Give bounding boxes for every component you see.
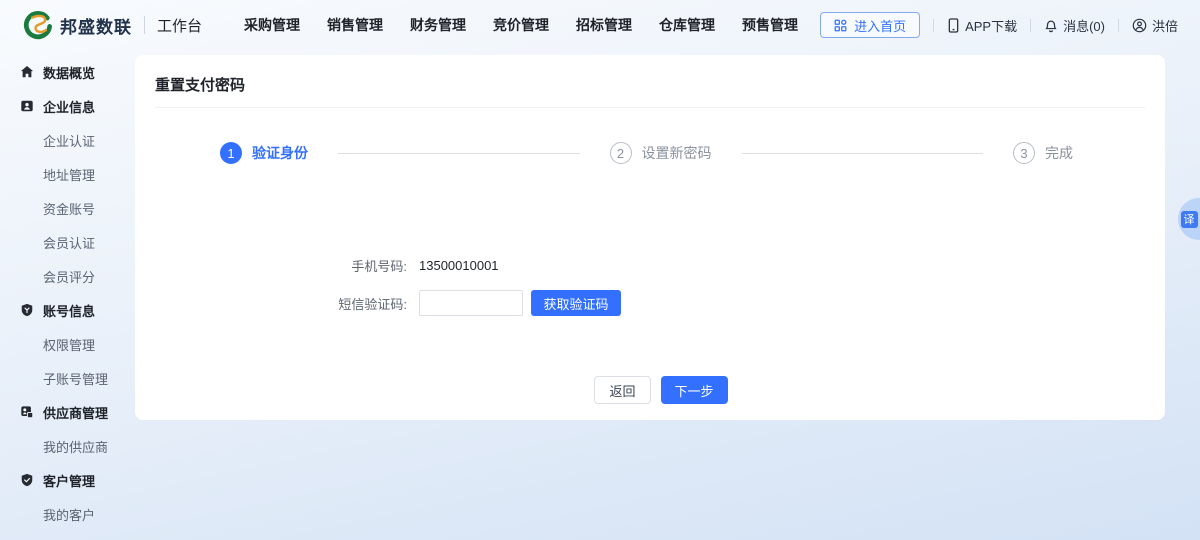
sidebar-item-account-info[interactable]: 账号信息 — [0, 293, 135, 327]
sidebar-group-label: 供应商管理 — [43, 405, 109, 421]
nav-item-purchase[interactable]: 采购管理 — [238, 11, 306, 39]
header-separator — [1030, 18, 1032, 32]
enter-home-button[interactable]: 进入首页 — [820, 12, 921, 38]
app-download-link[interactable]: APP下载 — [947, 16, 1017, 35]
page-title: 重置支付密码 — [155, 77, 246, 94]
sidebar-item-company-info[interactable]: 企业信息 — [0, 89, 135, 123]
reset-payment-password-panel: 重置支付密码 1 验证身份 2 设置新密码 3 完成 手机号码: 1350001… — [135, 55, 1165, 420]
step-done: 3 完成 — [1013, 142, 1073, 164]
messages-link[interactable]: 消息(0) — [1044, 16, 1105, 35]
sidebar-group-label: 客户管理 — [43, 473, 96, 489]
brand-divider — [144, 16, 145, 34]
translate-icon: 译 — [1180, 210, 1198, 228]
username-label: 洪倍 — [1151, 18, 1178, 34]
sidebar-item-fund-account[interactable]: 资金账号 — [0, 191, 135, 225]
top-header: 邦盛数联 工作台 采购管理 销售管理 财务管理 竞价管理 招标管理 仓库管理 预… — [0, 0, 1200, 50]
sidebar-item-my-customers[interactable]: 我的客户 — [0, 497, 135, 531]
get-code-button[interactable]: 获取验证码 — [531, 290, 621, 316]
step-connector — [741, 152, 983, 154]
step-label: 完成 — [1045, 145, 1073, 161]
back-button[interactable]: 返回 — [594, 376, 651, 404]
step-verify-identity: 1 验证身份 — [220, 142, 308, 164]
step-number: 1 — [220, 142, 242, 164]
nav-item-bidding[interactable]: 竞价管理 — [487, 11, 555, 39]
sidebar-item-member-score[interactable]: 会员评分 — [0, 259, 135, 293]
sidebar-group-label: 数据概览 — [43, 65, 96, 81]
nav-item-finance[interactable]: 财务管理 — [404, 11, 472, 39]
shield-key-icon — [20, 303, 34, 317]
next-step-button[interactable]: 下一步 — [660, 376, 728, 404]
phone-icon — [947, 17, 960, 33]
sms-code-label: 短信验证码: — [338, 296, 407, 312]
step-number: 2 — [609, 142, 632, 164]
nav-item-presale[interactable]: 预售管理 — [736, 11, 804, 39]
sidebar-item-company-cert[interactable]: 企业认证 — [0, 123, 135, 157]
verify-identity-form: 手机号码: 13500010001 短信验证码: 获取验证码 — [135, 252, 1165, 316]
enter-home-label: 进入首页 — [854, 18, 907, 34]
sidebar-item-permission-mgmt[interactable]: 权限管理 — [0, 327, 135, 361]
nav-item-sales[interactable]: 销售管理 — [321, 11, 389, 39]
sms-code-row: 短信验证码: 获取验证码 — [317, 290, 1165, 316]
messages-label: 消息(0) — [1063, 18, 1105, 34]
sidebar-item-supplier-mgmt[interactable]: 供应商管理 — [0, 395, 135, 429]
form-actions: 返回 下一步 — [135, 376, 1165, 404]
sidebar-item-data-overview[interactable]: 数据概览 — [0, 55, 135, 89]
translate-widget[interactable]: 译 — [1178, 198, 1200, 240]
sms-code-input[interactable] — [419, 290, 523, 316]
header-actions: 进入首页 APP下载 消息(0) 洪倍 — [820, 12, 1178, 38]
phone-row: 手机号码: 13500010001 — [317, 252, 1165, 278]
step-label: 设置新密码 — [641, 145, 712, 161]
step-number: 3 — [1013, 142, 1035, 164]
sidebar-item-customer-mgmt[interactable]: 客户管理 — [0, 463, 135, 497]
id-card-icon — [20, 99, 34, 113]
sidebar-item-member-cert[interactable]: 会员认证 — [0, 225, 135, 259]
sidebar-item-address-mgmt[interactable]: 地址管理 — [0, 157, 135, 191]
phone-value: 13500010001 — [419, 257, 499, 273]
sidebar-item-subaccount-mgmt[interactable]: 子账号管理 — [0, 361, 135, 395]
shield-check-icon — [20, 473, 34, 487]
brand-name: 邦盛数联 — [60, 17, 132, 37]
sidebar: 数据概览 企业信息 企业认证 地址管理 资金账号 会员认证 会员评分 账号信息 … — [0, 50, 135, 540]
sidebar-group-label: 企业信息 — [43, 99, 96, 115]
step-indicator: 1 验证身份 2 设置新密码 3 完成 — [220, 142, 1073, 164]
step-connector — [338, 152, 580, 154]
grid-icon — [834, 19, 847, 32]
step-label: 验证身份 — [252, 145, 308, 161]
avatar-icon — [1132, 18, 1147, 33]
bell-icon — [1044, 18, 1058, 33]
app-download-label: APP下载 — [965, 18, 1018, 34]
home-icon — [20, 65, 34, 79]
supplier-badge-icon — [20, 405, 34, 419]
nav-item-tender[interactable]: 招标管理 — [570, 11, 638, 39]
step-set-new-password: 2 设置新密码 — [609, 142, 712, 164]
sidebar-group-label: 账号信息 — [43, 303, 96, 319]
phone-label: 手机号码: — [351, 258, 407, 274]
nav-item-warehouse[interactable]: 仓库管理 — [653, 11, 721, 39]
title-divider — [155, 107, 1145, 108]
workspace-label[interactable]: 工作台 — [157, 15, 202, 36]
header-separator — [1117, 18, 1119, 32]
header-separator — [933, 18, 935, 32]
top-nav: 采购管理 销售管理 财务管理 竞价管理 招标管理 仓库管理 预售管理 — [238, 11, 804, 39]
brand-logo-icon — [22, 10, 52, 40]
sidebar-item-my-suppliers[interactable]: 我的供应商 — [0, 429, 135, 463]
user-menu[interactable]: 洪倍 — [1132, 16, 1178, 35]
